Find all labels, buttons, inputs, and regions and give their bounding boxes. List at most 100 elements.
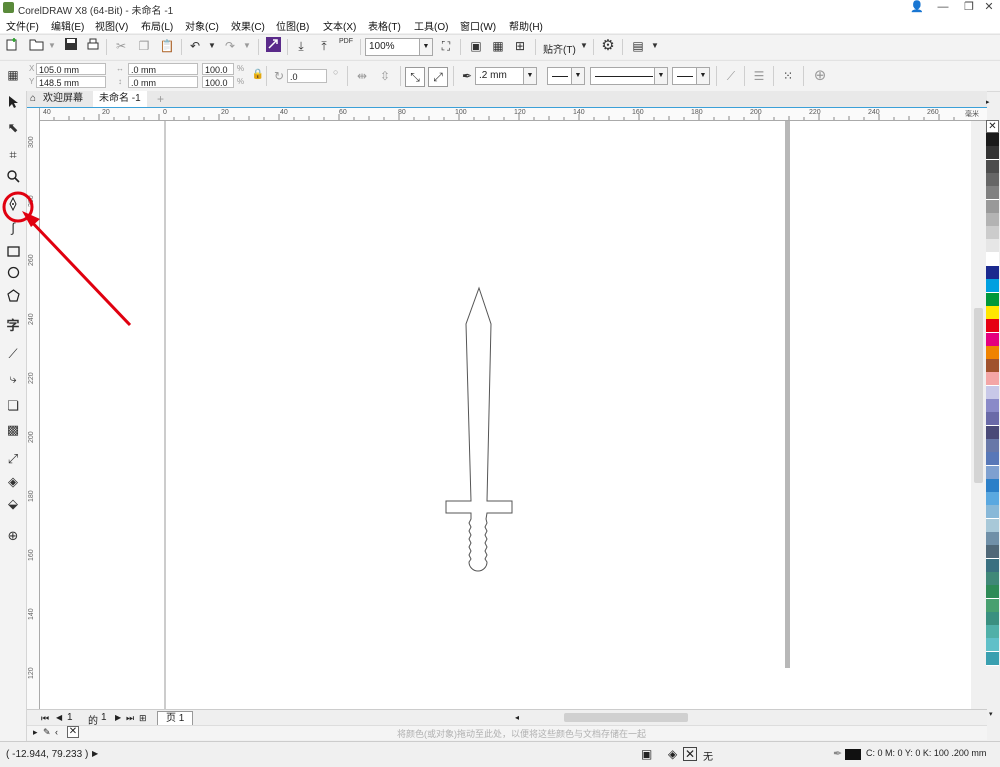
color-swatch[interactable] (986, 465, 999, 480)
eyedropper-icon[interactable]: ✎ (43, 727, 51, 738)
bounding-box-icon[interactable]: ⁙ (779, 67, 797, 85)
color-swatch[interactable] (986, 292, 999, 307)
cut-icon[interactable]: ✂ (112, 37, 130, 55)
export-icon[interactable]: ⤒ (315, 37, 333, 55)
next-page-icon[interactable]: ▶ (115, 713, 121, 722)
smart-fill-tool-icon[interactable]: ⬙ (4, 495, 22, 513)
import-icon[interactable]: ⤓ (292, 37, 310, 55)
color-swatch[interactable] (986, 385, 999, 400)
new-document-icon[interactable] (3, 37, 21, 55)
connector-tool-icon[interactable]: ⤷ (4, 370, 22, 388)
color-swatch[interactable] (986, 279, 999, 294)
publish-pdf-icon[interactable]: PDF (337, 37, 355, 55)
transparency-tool-icon[interactable]: ▩ (4, 421, 22, 439)
no-fill-swatch[interactable]: ✕ (67, 726, 79, 738)
close-curve-icon[interactable]: ⟋ (722, 67, 740, 85)
status-arrow-icon[interactable]: ▶ (92, 749, 98, 758)
color-swatch[interactable] (986, 625, 999, 640)
object-origin-icon[interactable]: ▦ (4, 66, 22, 84)
color-swatch[interactable] (986, 651, 999, 666)
menu-table[interactable]: 表格(T) (368, 18, 401, 33)
save-icon[interactable] (62, 37, 80, 55)
menu-help[interactable]: 帮助(H) (509, 18, 543, 33)
color-swatch[interactable] (986, 585, 999, 600)
menu-window[interactable]: 窗口(W) (460, 18, 496, 33)
close-button[interactable]: ✕ (976, 0, 1000, 16)
menu-view[interactable]: 视图(V) (95, 18, 128, 33)
color-swatch[interactable] (986, 159, 999, 174)
color-swatch[interactable] (986, 199, 999, 214)
tab-document[interactable]: 未命名 -1 (93, 91, 147, 107)
line-style-select[interactable]: ▼ (590, 67, 668, 85)
open-dropdown-icon[interactable]: ▼ (43, 37, 61, 55)
show-grid-icon[interactable]: ▦ (489, 37, 507, 55)
menu-tools[interactable]: 工具(O) (414, 18, 448, 33)
color-swatch[interactable] (986, 212, 999, 227)
redo-icon[interactable]: ↷ (221, 37, 239, 55)
snap-dropdown-icon[interactable]: ▼ (575, 37, 593, 55)
color-swatch[interactable] (986, 332, 999, 347)
fill-none-icon[interactable]: ✕ (683, 747, 697, 761)
scroll-left-icon[interactable]: ◂ (515, 713, 519, 722)
color-swatch[interactable] (986, 133, 999, 147)
parallel-dimension-tool-icon[interactable]: ⟋ (4, 345, 22, 363)
start-arrowhead-select[interactable]: ▼ (547, 67, 585, 85)
interactive-fill-tool-icon[interactable]: ◈ (4, 473, 22, 491)
palette-scroll-down-icon[interactable]: ▾ (989, 710, 993, 718)
scale-y-field[interactable]: 100.0 (202, 76, 234, 88)
menu-bitmaps[interactable]: 位图(B) (276, 18, 309, 33)
shape-tool-icon[interactable]: ⬉ (4, 119, 22, 137)
color-swatch[interactable] (986, 545, 999, 560)
color-swatch[interactable] (986, 266, 999, 280)
add-tool-icon[interactable]: ⊕ (4, 527, 22, 545)
color-swatch[interactable] (986, 558, 999, 573)
color-swatch[interactable] (986, 505, 999, 520)
horizontal-scroll-thumb[interactable] (564, 713, 688, 722)
color-proofing-icon[interactable]: ▣ (641, 747, 652, 761)
drop-shadow-tool-icon[interactable]: ❏ (4, 397, 22, 415)
mirror-vertical-icon[interactable]: ⇳ (376, 67, 394, 85)
paste-icon[interactable]: 📋 (158, 37, 176, 55)
color-swatch[interactable] (986, 359, 999, 374)
color-swatch[interactable] (986, 571, 999, 586)
color-swatch[interactable] (986, 319, 999, 334)
print-icon[interactable] (84, 37, 102, 55)
color-swatch[interactable] (986, 438, 999, 453)
color-swatch[interactable] (986, 638, 999, 653)
minimize-button[interactable]: — (930, 0, 956, 16)
color-swatch[interactable] (986, 478, 999, 493)
horizontal-ruler[interactable]: 40 20 0 20 40 60 80 100 120 140 160 180 … (39, 108, 987, 121)
color-swatch[interactable] (986, 598, 999, 613)
home-icon[interactable]: ⌂ (30, 91, 36, 107)
width-field[interactable]: .0 mm (128, 63, 198, 75)
outline-color-swatch[interactable] (845, 749, 861, 760)
menu-text[interactable]: 文本(X) (323, 18, 356, 33)
page-tab[interactable]: 页 1 (157, 711, 194, 726)
lock-ratio-icon[interactable]: 🔒 (249, 66, 267, 84)
color-swatch[interactable] (986, 252, 999, 267)
color-swatch[interactable] (986, 452, 999, 467)
options-gear-icon[interactable]: ⚙ (599, 37, 617, 55)
color-swatch[interactable] (986, 425, 999, 440)
color-swatch[interactable] (986, 492, 999, 507)
account-icon[interactable]: 👤 (904, 0, 930, 16)
color-swatch[interactable] (986, 172, 999, 187)
tab-welcome-screen[interactable]: 欢迎屏幕 (43, 91, 83, 107)
scale-x-field[interactable]: 100.0 (202, 63, 234, 75)
color-swatch[interactable] (986, 611, 999, 626)
outline-width-select[interactable]: .2 mm ▼ (475, 67, 537, 85)
mirror-horizontal-icon[interactable]: ⇹ (353, 67, 371, 85)
last-page-icon[interactable]: ⏭ (126, 713, 134, 724)
x-position-field[interactable]: 105.0 mm (36, 63, 106, 75)
show-guidelines-icon[interactable]: ⊞ (511, 37, 529, 55)
color-swatch[interactable] (986, 239, 999, 254)
undo-icon[interactable]: ↶ (186, 37, 204, 55)
color-swatch[interactable] (986, 399, 999, 413)
application-launcher-icon[interactable]: ▤ (629, 37, 647, 55)
show-rulers-icon[interactable]: ▣ (467, 37, 485, 55)
menu-effects[interactable]: 效果(C) (231, 18, 265, 33)
snap-to-menu[interactable]: 贴齐(T) (543, 41, 576, 56)
redo-dropdown-icon[interactable]: ▼ (238, 37, 256, 55)
color-swatch[interactable] (986, 412, 999, 427)
pick-tool-icon[interactable] (4, 95, 22, 113)
